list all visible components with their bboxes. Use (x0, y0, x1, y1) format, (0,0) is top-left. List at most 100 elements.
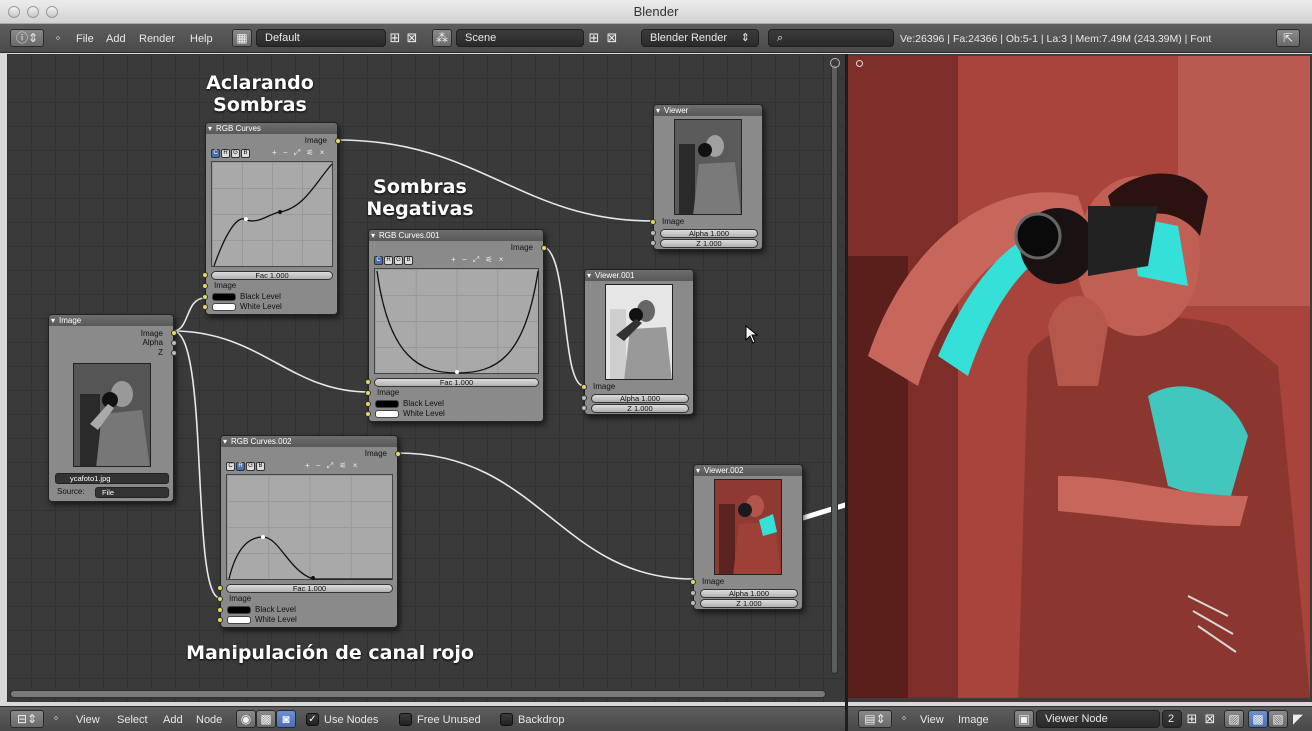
image-input-socket[interactable] (217, 596, 223, 602)
fac-slider[interactable]: Fac 1.000 (226, 584, 393, 593)
free-unused-checkbox[interactable] (399, 713, 412, 726)
channel-buttons[interactable]: C R G B (374, 256, 413, 265)
channel-r[interactable]: R (384, 256, 393, 265)
z-input-socket[interactable] (581, 405, 587, 411)
alpha-field[interactable]: Alpha 1.000 (660, 229, 758, 238)
menu-select[interactable]: Select (117, 714, 148, 726)
alpha-display-icon[interactable]: ▧ (1268, 710, 1288, 728)
editor-type-selector[interactable]: ▤⇕ (858, 710, 892, 728)
node-title[interactable]: Viewer.001 (585, 270, 693, 281)
image-output-socket[interactable] (171, 330, 177, 336)
white-level-socket[interactable] (365, 411, 371, 417)
collapse-menus-icon[interactable]: ◦ (48, 709, 64, 727)
channel-c[interactable]: C (226, 462, 235, 471)
menu-view[interactable]: View (76, 714, 100, 726)
alpha-input-socket[interactable] (581, 395, 587, 401)
editor-type-selector[interactable]: ⊟⇕ (10, 710, 44, 728)
black-level-socket[interactable] (365, 401, 371, 407)
white-level-swatch[interactable] (375, 410, 399, 418)
viewer-001-node[interactable]: Viewer.001 Image Alpha 1.000 Z 1.000 (581, 269, 694, 415)
node-title[interactable]: Image (49, 315, 173, 326)
image-browse-icon[interactable]: ▣ (1014, 710, 1034, 728)
z-output-socket[interactable] (171, 350, 177, 356)
collapse-menus-icon[interactable]: ◦ (896, 709, 912, 727)
channel-b[interactable]: B (404, 256, 413, 265)
image-input-socket[interactable] (365, 390, 371, 396)
use-nodes-checkbox[interactable]: ✓ (306, 713, 319, 726)
curve-tools[interactable]: + − ⤢ ⚟ × (272, 148, 326, 158)
node-title[interactable]: RGB Curves.002 (221, 436, 397, 447)
fac-slider[interactable]: Fac 1.000 (374, 378, 539, 387)
alpha-field[interactable]: Alpha 1.000 (700, 589, 798, 598)
image-input-socket[interactable] (650, 219, 656, 225)
backdrop-checkbox[interactable] (500, 713, 513, 726)
z-input-socket[interactable] (650, 240, 656, 246)
node-title[interactable]: RGB Curves.001 (369, 230, 543, 241)
curve-graph[interactable] (211, 161, 333, 267)
black-level-swatch[interactable] (212, 293, 236, 301)
black-level-socket[interactable] (217, 607, 223, 613)
viewer-node[interactable]: Viewer Image Alpha 1.000 Z 1.000 (650, 104, 763, 250)
channel-g[interactable]: G (231, 149, 240, 158)
white-level-swatch[interactable] (227, 616, 251, 624)
black-level-socket[interactable] (202, 294, 208, 300)
curve-graph[interactable] (226, 474, 393, 580)
expand-corner-icon[interactable]: ◤ (1290, 710, 1306, 728)
fac-slider[interactable]: Fac 1.000 (211, 271, 333, 280)
z-input-socket[interactable] (690, 600, 696, 606)
texture-nodes-icon[interactable]: ◙ (276, 710, 296, 728)
alpha-output-socket[interactable] (171, 340, 177, 346)
white-level-socket[interactable] (202, 304, 208, 310)
viewer-002-node[interactable]: Viewer.002 Image Alpha 1.000 Z 1.000 (690, 464, 803, 610)
image-file-field[interactable]: ycafoto1.jpg (55, 473, 169, 484)
node-editor-vertical-scrollbar[interactable] (831, 64, 838, 674)
channel-b[interactable]: B (256, 462, 265, 471)
node-editor-horizontal-scrollbar[interactable] (10, 690, 826, 698)
rgb-curves-001-node[interactable]: RGB Curves.001 Image C R G B + − ⤢ ⚟ × F… (365, 229, 547, 422)
node-title[interactable]: Viewer (654, 105, 762, 116)
image-input-socket[interactable] (690, 579, 696, 585)
channel-g[interactable]: G (246, 462, 255, 471)
channel-g[interactable]: G (394, 256, 403, 265)
image-name-field[interactable]: Viewer Node (1036, 710, 1160, 728)
white-level-swatch[interactable] (212, 303, 236, 311)
fac-input-socket[interactable] (202, 272, 208, 278)
image-output-socket[interactable] (395, 451, 401, 457)
image-input-socket[interactable] (202, 283, 208, 289)
alpha-field[interactable]: Alpha 1.000 (591, 394, 689, 403)
image-output-socket[interactable] (541, 245, 547, 251)
area-split-corner-icon[interactable] (830, 58, 840, 68)
alpha-input-socket[interactable] (690, 590, 696, 596)
channel-r[interactable]: R (236, 462, 245, 471)
menu-image[interactable]: Image (958, 714, 989, 726)
image-input-socket[interactable] (581, 384, 587, 390)
image-editor-corner-icon[interactable] (856, 60, 863, 67)
curve-tools[interactable]: + − ⤢ ⚟ × (305, 461, 359, 471)
rgb-curves-002-node[interactable]: RGB Curves.002 Image C R G B + − ⤢ ⚟ × F… (217, 435, 401, 628)
menu-view[interactable]: View (920, 714, 944, 726)
black-level-swatch[interactable] (375, 400, 399, 408)
channel-buttons[interactable]: C R G B (226, 462, 265, 471)
fac-input-socket[interactable] (365, 379, 371, 385)
alpha-input-socket[interactable] (650, 230, 656, 236)
z-field[interactable]: Z 1.000 (700, 599, 798, 608)
channel-r[interactable]: R (221, 149, 230, 158)
channel-c[interactable]: C (374, 256, 383, 265)
node-title[interactable]: Viewer.002 (694, 465, 802, 476)
z-field[interactable]: Z 1.000 (660, 239, 758, 248)
channel-b[interactable]: B (241, 149, 250, 158)
composite-nodes-icon[interactable]: ▩ (256, 710, 276, 728)
image-input-node[interactable]: Image Image Alpha Z ycafoto1.jpg Source:… (48, 314, 177, 502)
z-field[interactable]: Z 1.000 (591, 404, 689, 413)
image-output-socket[interactable] (335, 138, 341, 144)
fac-input-socket[interactable] (217, 585, 223, 591)
color-alpha-icon[interactable]: ▩ (1248, 710, 1268, 728)
curve-tools[interactable]: + − ⤢ ⚟ × (451, 255, 505, 265)
shader-nodes-icon[interactable]: ◉ (236, 710, 256, 728)
display-channels-icon[interactable]: ▨ (1224, 710, 1244, 728)
channel-c[interactable]: C (211, 149, 220, 158)
white-level-socket[interactable] (217, 617, 223, 623)
rgb-curves-node[interactable]: RGB Curves Image C R G B + − ⤢ ⚟ × Fac 1… (202, 122, 341, 315)
menu-add[interactable]: Add (163, 714, 183, 726)
unlink-image-icon[interactable]: ⊠ (1202, 710, 1218, 728)
